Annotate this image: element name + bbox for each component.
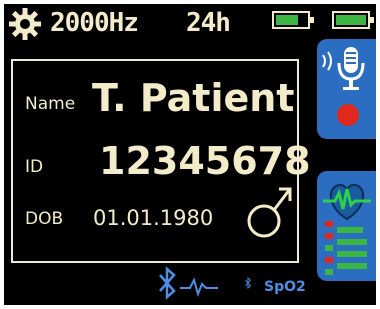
spo2-label: SpO2 (264, 279, 306, 295)
monitor-panel-button[interactable] (317, 171, 376, 281)
battery-icon (332, 11, 374, 29)
patient-info-card[interactable]: Name T. Patient ID 12345678 DOB 01.01.19… (11, 59, 311, 263)
patient-dob: 01.01.1980 (93, 206, 214, 230)
level-bars-icon (325, 221, 367, 275)
male-symbol-icon (247, 187, 292, 238)
settings-gear-icon[interactable] (8, 7, 42, 41)
record-panel-button[interactable] (317, 39, 376, 139)
patient-id: 12345678 (99, 139, 311, 183)
bluetooth-ecg-icon (159, 266, 218, 300)
name-label: Name (25, 94, 76, 114)
device-screen: 2000Hz 24h Name T. Patient ID 12345678 D… (4, 4, 376, 305)
dob-label: DOB (25, 209, 64, 229)
patient-name: T. Patient (92, 76, 295, 120)
sampling-frequency: 2000Hz (50, 8, 139, 38)
record-icon (337, 104, 359, 126)
id-label: ID (25, 157, 44, 177)
recording-duration: 24h (186, 8, 231, 38)
battery-icon (272, 11, 314, 29)
